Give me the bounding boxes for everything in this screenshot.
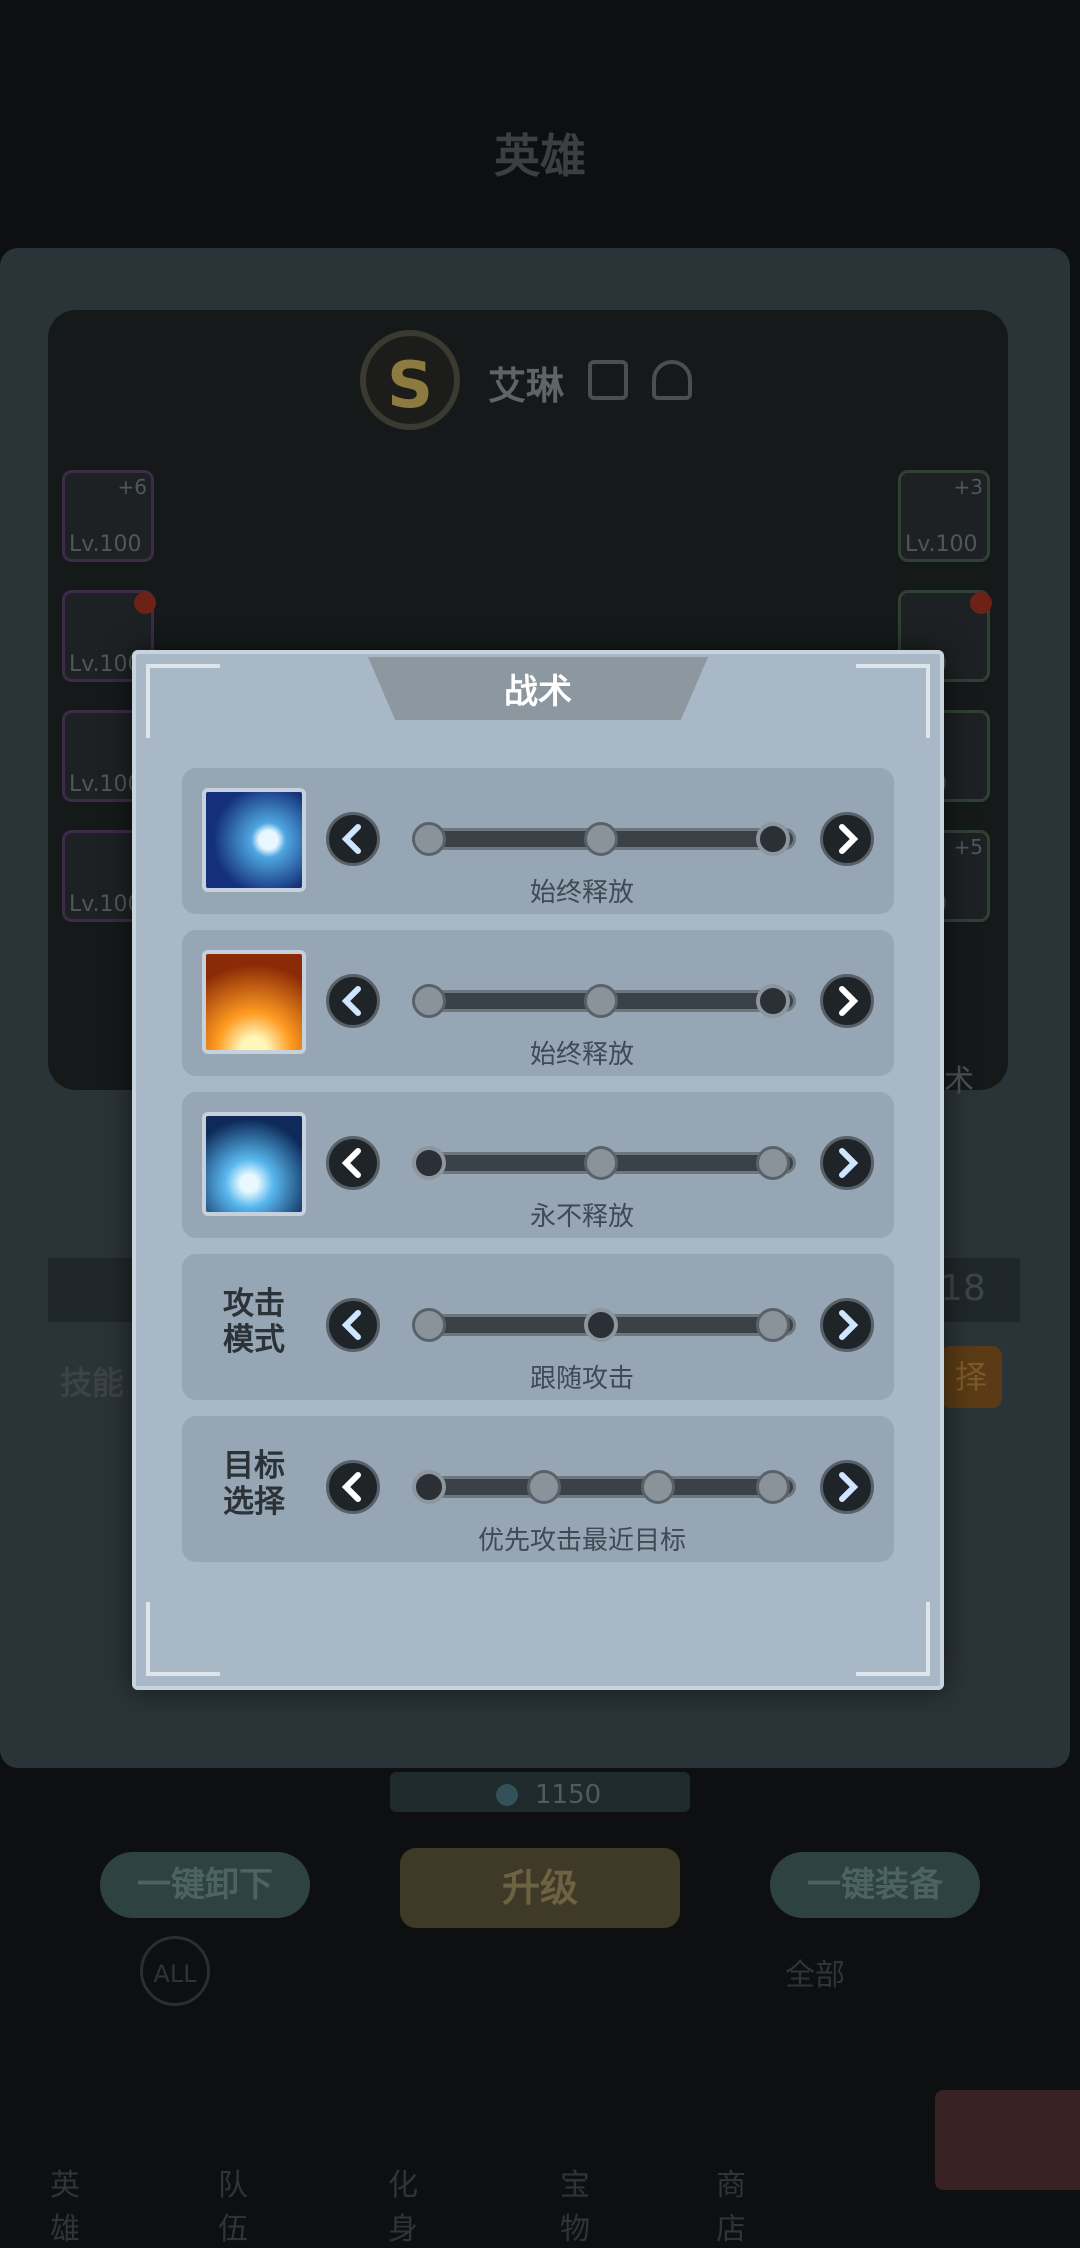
increase-arrow-button[interactable] [820, 974, 874, 1028]
filter-all-button[interactable]: ALL [140, 1936, 210, 2006]
option-slider[interactable] [412, 822, 796, 856]
decrease-arrow-button[interactable] [326, 974, 380, 1028]
option-slider[interactable] [412, 1308, 796, 1342]
select-button[interactable]: 择 [940, 1346, 1002, 1408]
equip-slot-right-1[interactable]: +3 Lv.100 [898, 470, 990, 562]
unequip-all-button[interactable]: 一键卸下 [100, 1852, 310, 1918]
slider-stop[interactable] [641, 1470, 676, 1504]
slider-stop-selected[interactable] [756, 822, 790, 856]
slider-stop[interactable] [412, 822, 446, 856]
slider-stop[interactable] [756, 1308, 790, 1342]
label-line: 攻击 [223, 1286, 285, 1322]
tactic-row: 目标 选择 优先攻击最近目标 [182, 1416, 894, 1562]
slider-stop[interactable] [756, 1470, 790, 1504]
target-select-label: 目标 选择 [202, 1448, 306, 1520]
hero-name: 艾琳 [488, 364, 565, 408]
option-slider[interactable] [412, 984, 796, 1018]
coin-icon [496, 1784, 518, 1806]
slider-stop[interactable] [526, 1470, 561, 1504]
forward-arrow-icon[interactable] [935, 2090, 1080, 2190]
slider-stop[interactable] [584, 822, 618, 856]
slider-stop-selected[interactable] [412, 1146, 446, 1180]
option-value-text: 始终释放 [529, 878, 634, 908]
corner-ornament [856, 664, 930, 738]
upgrade-button[interactable]: 升级 [400, 1848, 680, 1928]
tactics-modal: 战术 始终释放 始终释放 永不释放 攻击 模式 跟随攻击 目标 选择 优先攻击最… [132, 650, 944, 1690]
increase-arrow-button[interactable] [820, 1136, 874, 1190]
skill-icon-fire-burst [202, 950, 306, 1054]
slider-stop[interactable] [584, 984, 618, 1018]
equip-slot-left-1[interactable]: +6 Lv.100 [62, 470, 154, 562]
skills-label: 技能 [60, 1364, 125, 1402]
option-value-text: 永不释放 [529, 1202, 634, 1232]
increase-arrow-button[interactable] [820, 1460, 874, 1514]
tactic-row: 永不释放 [182, 1092, 894, 1238]
modal-title: 战术 [504, 672, 572, 712]
stat-value: 18 [940, 1268, 986, 1309]
label-line: 模式 [223, 1322, 285, 1358]
hero-rank-badge: S [360, 330, 460, 430]
coin-amount: 1150 [535, 1780, 602, 1810]
slider-stop[interactable] [412, 984, 446, 1018]
skill-icon-energy-orb [202, 788, 306, 892]
slider-stop-selected[interactable] [584, 1308, 618, 1342]
tab-shop[interactable]: 商店 [716, 2160, 746, 2248]
option-value-text: 优先攻击最近目标 [477, 1526, 686, 1556]
tactic-row: 始终释放 [182, 930, 894, 1076]
equip-all-button[interactable]: 一键装备 [770, 1852, 980, 1918]
tactic-row: 攻击 模式 跟随攻击 [182, 1254, 894, 1400]
option-slider[interactable] [412, 1470, 796, 1504]
increase-arrow-button[interactable] [820, 1298, 874, 1352]
tactic-row: 始终释放 [182, 768, 894, 914]
option-slider[interactable] [412, 1146, 796, 1180]
increase-arrow-button[interactable] [820, 812, 874, 866]
tab-team[interactable]: 队伍 [218, 2160, 248, 2248]
notification-dot [134, 592, 156, 614]
slider-stop[interactable] [584, 1146, 618, 1180]
edit-name-icon[interactable] [588, 360, 628, 400]
slider-stop[interactable] [756, 1146, 790, 1180]
screen-title: 英雄 [494, 129, 586, 183]
corner-ornament [146, 1602, 220, 1676]
corner-ornament [856, 1602, 930, 1676]
corner-ornament [146, 664, 220, 738]
slider-stop-selected[interactable] [756, 984, 790, 1018]
filter-all-text[interactable]: 全部 [785, 1950, 845, 1994]
decrease-arrow-button[interactable] [326, 812, 380, 866]
decrease-arrow-button[interactable] [326, 1460, 380, 1514]
notification-dot [970, 592, 992, 614]
attack-mode-label: 攻击 模式 [202, 1286, 306, 1358]
tab-treasure[interactable]: 宝物 [560, 2160, 590, 2248]
slider-stop[interactable] [412, 1308, 446, 1342]
tab-hero[interactable]: 英雄 [50, 2160, 80, 2248]
slider-stop-selected[interactable] [412, 1470, 446, 1504]
lock-icon[interactable] [652, 360, 692, 400]
tab-avatar[interactable]: 化身 [388, 2160, 418, 2248]
decrease-arrow-button[interactable] [326, 1136, 380, 1190]
tactics-entry-text[interactable]: 术 [944, 1056, 974, 1100]
decrease-arrow-button[interactable] [326, 1298, 380, 1352]
option-value-text: 始终释放 [529, 1040, 634, 1070]
option-value-text: 跟随攻击 [529, 1364, 634, 1394]
label-line: 目标 [223, 1448, 285, 1484]
skill-icon-ice-slash [202, 1112, 306, 1216]
label-line: 选择 [223, 1484, 285, 1520]
